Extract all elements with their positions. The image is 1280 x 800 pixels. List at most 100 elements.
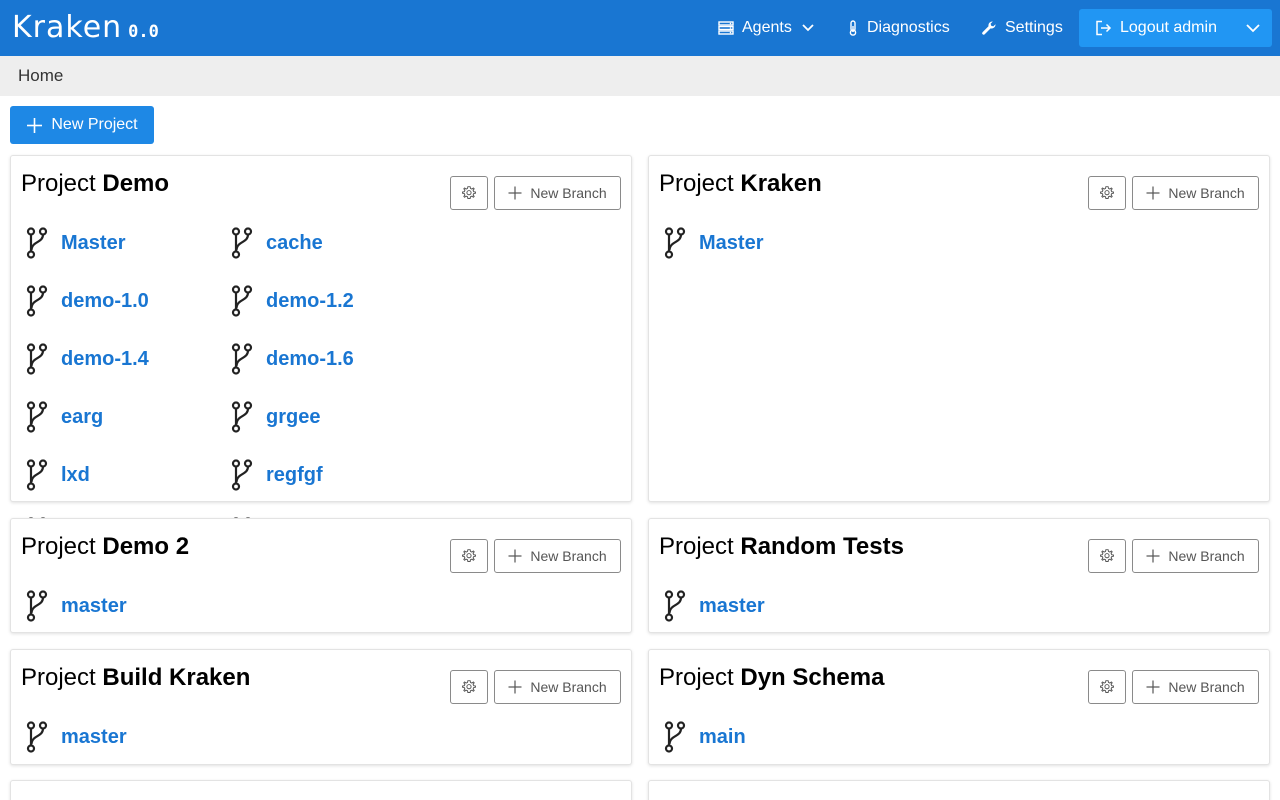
branch-item: demo-1.2 — [228, 272, 433, 330]
code-branch-icon — [664, 590, 686, 622]
branch-link[interactable]: regfgf — [266, 464, 323, 487]
new-branch-button[interactable]: New Branch — [494, 670, 621, 704]
code-branch-icon — [231, 401, 253, 433]
project-settings-button[interactable] — [450, 670, 488, 704]
project-title-prefix: Project — [21, 664, 96, 691]
nav-agents-menu[interactable]: Agents — [718, 0, 814, 56]
project-card-partial — [648, 780, 1270, 800]
logout-label: Logout admin — [1120, 19, 1217, 36]
branch-link[interactable]: demo-1.6 — [266, 348, 354, 371]
branch-link[interactable]: earg — [61, 406, 103, 429]
code-branch-icon — [26, 459, 48, 491]
project-card: Project Dyn Schema New Branch main — [648, 649, 1270, 765]
branch-item: earg — [23, 388, 228, 446]
branch-link[interactable]: demo-1.2 — [266, 290, 354, 313]
top-navbar: Kraken 0.0 Agents Diagnostics Settings L… — [0, 0, 1280, 56]
project-title-prefix: Project — [21, 170, 96, 197]
project-name[interactable]: Dyn Schema — [740, 664, 884, 691]
new-branch-label: New Branch — [530, 548, 607, 564]
new-branch-button[interactable]: New Branch — [494, 176, 621, 210]
logout-dropdown-toggle[interactable] — [1234, 9, 1272, 47]
branch-list: main — [661, 708, 1261, 766]
branch-item: demo-1.0 — [23, 272, 228, 330]
project-name[interactable]: Build Kraken — [102, 664, 250, 691]
branch-link[interactable]: master — [61, 595, 127, 618]
branch-list: master — [23, 708, 623, 766]
app-logo[interactable]: Kraken 0.0 — [12, 10, 159, 45]
project-settings-button[interactable] — [1088, 539, 1126, 573]
new-branch-button[interactable]: New Branch — [1132, 539, 1259, 573]
new-branch-label: New Branch — [530, 679, 607, 695]
gear-icon — [1100, 680, 1114, 693]
new-project-button[interactable]: New Project — [10, 106, 154, 144]
branch-link[interactable]: master — [61, 726, 127, 749]
project-name[interactable]: Demo — [102, 170, 169, 197]
project-name[interactable]: Random Tests — [740, 533, 904, 560]
branch-link[interactable]: master — [699, 595, 765, 618]
new-branch-button[interactable]: New Branch — [1132, 670, 1259, 704]
sign-out-icon — [1096, 20, 1112, 36]
code-branch-icon — [26, 285, 48, 317]
code-branch-icon — [231, 285, 253, 317]
nav-settings-label: Settings — [1005, 19, 1063, 36]
project-settings-button[interactable] — [450, 539, 488, 573]
new-project-label: New Project — [51, 116, 138, 133]
gear-icon — [462, 680, 476, 693]
plus-icon — [508, 680, 522, 694]
gear-icon — [1100, 549, 1114, 562]
thermometer-icon — [849, 20, 857, 36]
code-branch-icon — [26, 401, 48, 433]
nav-settings[interactable]: Settings — [981, 0, 1063, 56]
project-title-prefix: Project — [659, 170, 734, 197]
project-name[interactable]: Demo 2 — [102, 533, 189, 560]
project-card: Project Random Tests New Branch master — [648, 518, 1270, 633]
branch-list: master — [661, 577, 1261, 635]
branch-item: demo-1.4 — [23, 330, 228, 388]
gear-icon — [1100, 186, 1114, 199]
chevron-down-icon — [802, 24, 814, 32]
project-title: Project Random Tests — [659, 533, 904, 561]
branch-link[interactable]: Master — [699, 232, 763, 255]
project-title: Project Build Kraken — [21, 664, 250, 692]
wrench-icon — [982, 21, 996, 35]
plus-icon — [1146, 186, 1160, 200]
new-branch-label: New Branch — [1168, 548, 1245, 564]
project-title-prefix: Project — [21, 533, 96, 560]
logo-text: Kraken — [12, 10, 123, 45]
new-branch-label: New Branch — [1168, 185, 1245, 201]
new-branch-button[interactable]: New Branch — [494, 539, 621, 573]
branch-item: lxd — [23, 446, 228, 504]
branch-item: Master — [661, 214, 866, 272]
branch-list: master — [23, 577, 623, 635]
branch-link[interactable]: main — [699, 726, 746, 749]
code-branch-icon — [664, 227, 686, 259]
project-title-prefix: Project — [659, 533, 734, 560]
code-branch-icon — [231, 343, 253, 375]
logout-button[interactable]: Logout admin — [1079, 9, 1234, 47]
project-title: Project Demo 2 — [21, 533, 189, 561]
branch-link[interactable]: grgee — [266, 406, 320, 429]
branch-item: cache — [228, 214, 433, 272]
project-title: Project Demo — [21, 170, 169, 198]
code-branch-icon — [231, 227, 253, 259]
project-name[interactable]: Kraken — [740, 170, 821, 197]
plus-icon — [1146, 680, 1160, 694]
version-label: 0.0 — [128, 22, 159, 42]
project-card: Project Kraken New Branch Master — [648, 155, 1270, 502]
nav-diagnostics[interactable]: Diagnostics — [847, 0, 950, 56]
project-title-prefix: Project — [659, 664, 734, 691]
logout-split-button: Logout admin — [1079, 9, 1272, 47]
project-settings-button[interactable] — [1088, 670, 1126, 704]
branch-item: master — [23, 708, 228, 766]
branch-item: main — [661, 708, 866, 766]
project-settings-button[interactable] — [1088, 176, 1126, 210]
breadcrumb-home[interactable]: Home — [18, 66, 63, 86]
branch-link[interactable]: cache — [266, 232, 323, 255]
branch-link[interactable]: demo-1.0 — [61, 290, 149, 313]
project-settings-button[interactable] — [450, 176, 488, 210]
new-branch-button[interactable]: New Branch — [1132, 176, 1259, 210]
branch-link[interactable]: demo-1.4 — [61, 348, 149, 371]
code-branch-icon — [26, 590, 48, 622]
branch-link[interactable]: lxd — [61, 464, 90, 487]
branch-link[interactable]: Master — [61, 232, 125, 255]
